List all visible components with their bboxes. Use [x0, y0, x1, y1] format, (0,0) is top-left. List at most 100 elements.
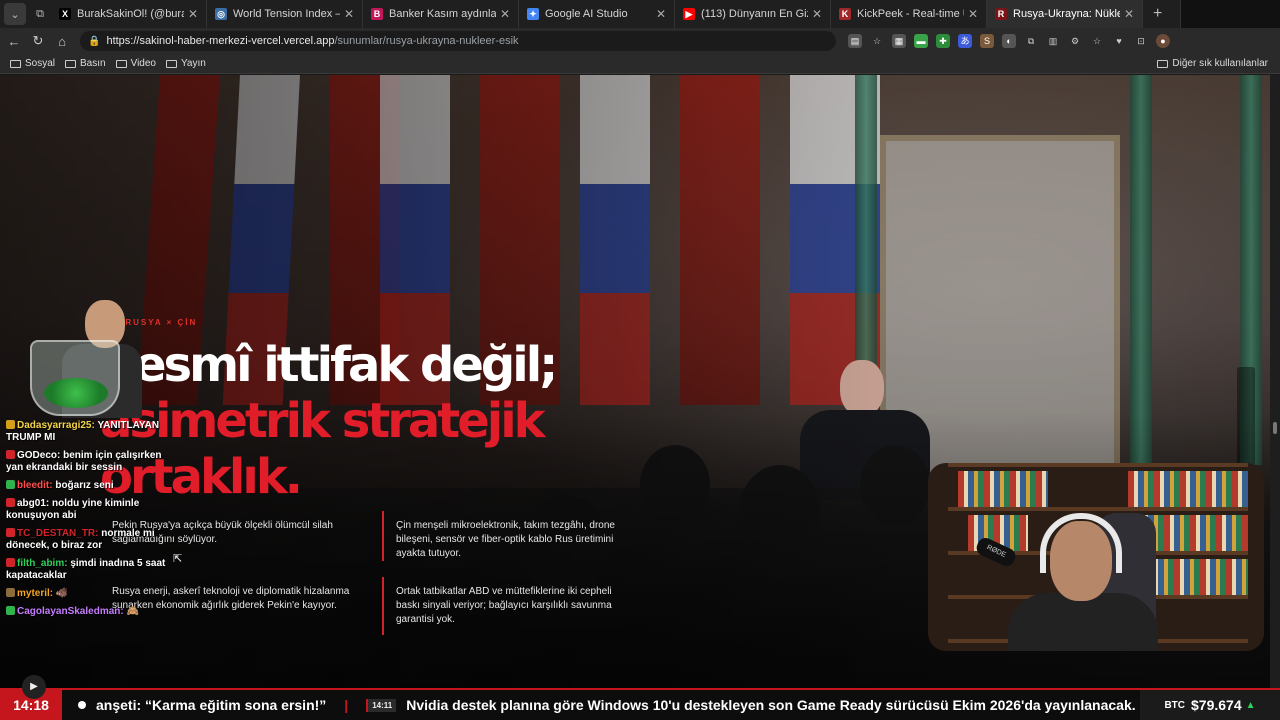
page-icon: R: [995, 8, 1007, 20]
chat-username[interactable]: CagolayanSkaledman:: [17, 606, 124, 617]
bookmark-basin[interactable]: Basın: [65, 58, 106, 69]
extension-2-icon[interactable]: ▬: [914, 34, 928, 48]
new-tab-plus-icon[interactable]: +: [1153, 5, 1162, 23]
ticker-item-timestamp: 14:11: [366, 698, 397, 712]
mouse-cursor-icon: ⇱: [173, 553, 183, 565]
chat-username[interactable]: Dadasyarragi25:: [17, 420, 95, 431]
close-tab-icon[interactable]: ✕: [968, 7, 978, 21]
page-scrollbar[interactable]: [1270, 75, 1280, 688]
extension-1-icon[interactable]: ▦: [892, 34, 906, 48]
ticker-text: anşeti: “Karma eğitim sona ersin!” | 14:…: [96, 697, 1140, 713]
tab-actions-chevron-icon[interactable]: ⌄: [4, 3, 26, 25]
tab[interactable]: R Rusya-Ukrayna: Nükleer Eşiğe G ✕: [987, 0, 1143, 28]
kick-logo-icon: ▶: [22, 675, 46, 699]
btc-price: BTC $79.674 ▲: [1140, 690, 1280, 720]
headphones-icon: [1040, 513, 1122, 573]
chat-badge-icon: [6, 588, 15, 597]
chat-badge-icon: [6, 558, 15, 567]
screenshot-icon[interactable]: ⊡: [1134, 34, 1148, 48]
extensions-puzzle-icon[interactable]: ⧉: [1024, 34, 1038, 48]
chat-message: bleedit: boğarız seni: [6, 480, 176, 492]
folder-icon: [166, 59, 177, 68]
tab-bar: ⌄ ⧉ X BurakSakinOl! (@buraktut_) / X ✕ ◎ Wor…: [0, 0, 1280, 56]
tab[interactable]: K KickPeek - Real-time URL Crawler ✕: [831, 0, 987, 28]
chat-badge-icon: [6, 498, 15, 507]
tab[interactable]: ✦ Google AI Studio ✕: [519, 0, 675, 28]
tab-title: KickPeek - Real-time URL Crawler: [857, 8, 964, 20]
bookmark-label: Video: [130, 58, 156, 69]
streamer-cutout: [30, 300, 150, 418]
close-tab-icon[interactable]: ✕: [656, 7, 666, 21]
books: [958, 471, 1048, 507]
translate-icon[interactable]: あ: [958, 34, 972, 48]
tab-title: BurakSakinOl! (@buraktut_) / X: [77, 8, 184, 20]
workspaces-icon[interactable]: ⧉: [29, 3, 51, 25]
profile-avatar[interactable]: ●: [1156, 34, 1170, 48]
chat-text: 🐗: [55, 588, 69, 599]
kickpeek-icon: K: [839, 8, 851, 20]
close-tab-icon[interactable]: ✕: [344, 7, 354, 21]
url-input[interactable]: 🔒 https://sakinol-haber-merkezi-vercel.v…: [80, 31, 836, 51]
copilot-icon[interactable]: ♥: [1112, 34, 1126, 48]
reload-icon[interactable]: ↻: [26, 33, 50, 49]
split-screen-icon[interactable]: ▥: [1046, 34, 1060, 48]
tab[interactable]: B Banker Kasım aydınlatacak! ✕: [363, 0, 519, 28]
chat-username[interactable]: GODeco:: [17, 450, 60, 461]
chat-username[interactable]: bleedit:: [17, 480, 53, 491]
extension-5-icon[interactable]: S: [980, 34, 994, 48]
tab[interactable]: X BurakSakinOl! (@buraktut_) / X ✕: [51, 0, 207, 28]
back-arrow-icon[interactable]: ←: [2, 34, 26, 49]
collections-icon[interactable]: ⚙: [1068, 34, 1082, 48]
folder-icon: [115, 59, 127, 68]
chat-username[interactable]: TC_DESTAN_TR:: [17, 528, 98, 539]
ai-studio-icon: ✦: [527, 8, 539, 20]
folder-icon: [10, 59, 21, 68]
btc-label: BTC: [1164, 699, 1186, 711]
bookmark-sosyal[interactable]: Sosyal: [10, 58, 55, 69]
reader-icon[interactable]: ▤: [848, 34, 862, 48]
extension-6-icon[interactable]: ◐: [1002, 34, 1016, 48]
webcam-overlay: RØDE: [928, 463, 1264, 651]
tab-title: (113) Dünyanın En Gizli Yahudi Te: [701, 8, 808, 20]
globe-icon: ◎: [215, 8, 227, 20]
tab[interactable]: ◎ World Tension Index — World Te ✕: [207, 0, 363, 28]
scrollbar-thumb[interactable]: [1273, 422, 1277, 434]
news-ticker: 14:18 anşeti: “Karma eğitim sona ersin!”…: [0, 688, 1280, 720]
bookmarks-bar: Sosyal Basın Video Yayın Diğer sık kulla…: [0, 54, 1280, 74]
chat-message: Dadasyarragi25: YANITLAYAN TRUMP MI: [6, 420, 176, 444]
chat-text: 🙈: [126, 606, 139, 617]
other-bookmarks-label: Diğer sık kullanılanlar: [1172, 58, 1268, 69]
ticker-item-1: anşeti: “Karma eğitim sona ersin!”: [96, 697, 327, 713]
chat-username[interactable]: abg01:: [17, 498, 49, 509]
other-bookmarks[interactable]: Diğer sık kullanılanlar: [1157, 58, 1268, 69]
favorites-icon[interactable]: ☆: [1090, 34, 1104, 48]
extension-3-icon[interactable]: ✚: [936, 34, 950, 48]
close-tab-icon[interactable]: ✕: [500, 7, 510, 21]
bookmark-video[interactable]: Video: [115, 58, 156, 69]
favorite-star-icon[interactable]: ☆: [870, 34, 884, 48]
chat-username[interactable]: myteril:: [17, 588, 53, 599]
address-toolbar: ← ↻ ⌂ 🔒 https://sakinol-haber-merkezi-ve…: [0, 28, 1280, 54]
chat-badge-icon: [6, 528, 15, 537]
chat-badge-icon: [6, 480, 15, 489]
headline-line-1: Resmî ittifak değil;: [100, 337, 558, 393]
extension-icons: ▤ ☆ ▦ ▬ ✚ あ S ◐ ⧉ ▥ ⚙ ☆ ♥ ⊡ ●: [848, 34, 1170, 48]
chat-message: CagolayanSkaledman: 🙈: [6, 606, 176, 618]
books: [1128, 471, 1248, 507]
folder-icon: [65, 59, 77, 68]
url-host: https://sakinol-haber-merkezi-vercel.ver…: [106, 35, 335, 47]
webcam-streamer: RØDE: [968, 513, 1158, 651]
site-info-lock-icon[interactable]: 🔒: [88, 36, 100, 47]
close-tab-icon[interactable]: ✕: [812, 7, 822, 21]
up-arrow-icon: ▲: [1245, 699, 1256, 711]
chat-username[interactable]: filth_abim:: [17, 558, 68, 569]
close-tab-icon[interactable]: ✕: [1124, 7, 1134, 21]
chat-badge-icon: [6, 420, 15, 429]
books: [1148, 559, 1248, 595]
url-path: /sunumlar/rusya-ukrayna-nukleer-esik: [334, 35, 519, 47]
x-logo-icon: X: [59, 8, 71, 20]
home-icon[interactable]: ⌂: [50, 34, 74, 49]
tab[interactable]: ▶ (113) Dünyanın En Gizli Yahudi Te ✕: [675, 0, 831, 28]
bookmark-yayin[interactable]: Yayın: [166, 58, 206, 69]
close-tab-icon[interactable]: ✕: [188, 7, 198, 21]
